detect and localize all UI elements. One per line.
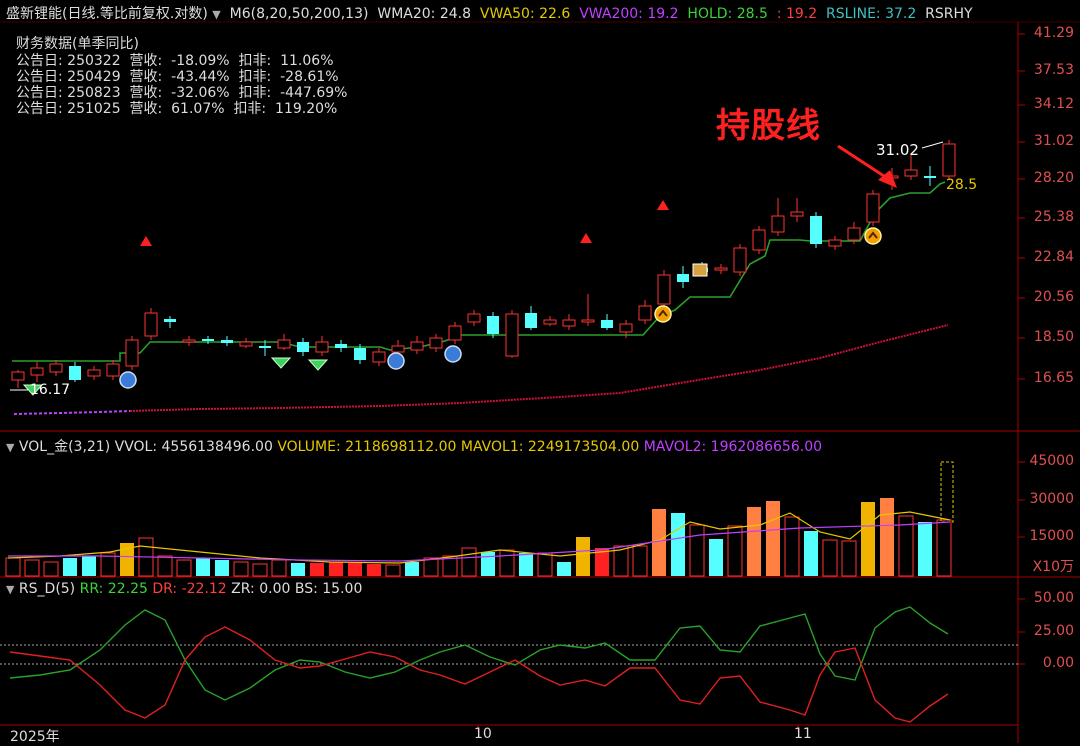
treasure-icon xyxy=(692,263,708,277)
blue-circle-icon xyxy=(387,352,405,370)
time-axis-year: 2025年 xyxy=(10,729,60,745)
low-price-label: 16.17 xyxy=(30,382,71,398)
time-axis-month: 11 xyxy=(794,726,812,742)
green-gem-icon xyxy=(270,357,292,369)
bs-value: BS: 15.00 xyxy=(294,581,363,597)
volume-forecast-box xyxy=(940,461,954,523)
up-triangle-marker xyxy=(580,233,592,243)
rs-axis-label: 25.00 xyxy=(1033,623,1074,639)
high-price-label: 31.02 xyxy=(876,141,919,159)
vvol-value: VVOL: 4556138496.00 xyxy=(114,439,273,455)
price-axis-label: 25.38 xyxy=(1033,209,1074,225)
time-axis-month: 10 xyxy=(474,726,492,742)
rs-header: ▼ RS_D(5) RR: 22.25 DR: -22.12 ZR: 0.00 … xyxy=(6,581,362,597)
price-axis-label: 22.84 xyxy=(1033,249,1074,265)
dr-line xyxy=(9,626,949,723)
volume-axis-label: 15000 xyxy=(1029,528,1074,544)
volume-axis-label: 45000 xyxy=(1029,453,1074,469)
mavol2-value: MAVOL2: 1962086656.00 xyxy=(643,439,823,455)
price-axis-ticks xyxy=(1018,33,1025,380)
dr-value: DR: -22.12 xyxy=(152,581,227,597)
rs-indicator-name[interactable]: RS_D(5) xyxy=(19,581,75,597)
dropdown-icon[interactable]: ▼ xyxy=(6,583,14,596)
vol-indicator-name[interactable]: VOL_金(3,21) xyxy=(19,439,110,455)
up-triangle-marker xyxy=(140,236,152,246)
hold-line-label: 持股线 xyxy=(716,106,821,146)
volume-axis-ticks xyxy=(1018,461,1025,538)
dropdown-icon[interactable]: ▼ xyxy=(6,441,14,454)
price-axis-label: 18.50 xyxy=(1033,329,1074,345)
volume-value: VOLUME: 2118698112.00 xyxy=(277,439,457,455)
volume-bars xyxy=(5,498,952,577)
up-triangle-marker xyxy=(657,200,669,210)
price-axis-label: 41.29 xyxy=(1033,25,1074,41)
price-axis-label: 31.02 xyxy=(1033,133,1074,149)
rs-axis-label: 0.00 xyxy=(1042,655,1074,671)
mavol1-value: MAVOL1: 2249173504.00 xyxy=(460,439,640,455)
hold-value-label: 28.5 xyxy=(946,177,978,193)
rr-value: RR: 22.25 xyxy=(79,581,148,597)
volume-unit-label: X10万 xyxy=(1032,559,1074,575)
rs-axis-label: 50.00 xyxy=(1033,590,1074,606)
vwa200-line xyxy=(13,410,131,415)
rs-axis-ticks xyxy=(1018,598,1025,665)
gold-up-circle-icon xyxy=(654,305,672,323)
volume-axis-label: 30000 xyxy=(1029,491,1074,507)
price-axis-label: 20.56 xyxy=(1033,289,1074,305)
rr-line xyxy=(9,606,949,701)
high-price-arrow xyxy=(921,141,944,149)
blue-circle-icon xyxy=(444,345,462,363)
chart-canvas[interactable] xyxy=(0,0,1080,743)
blue-circle-icon xyxy=(119,371,137,389)
gold-up-circle-icon xyxy=(864,227,882,245)
candlesticks xyxy=(11,140,956,388)
price-axis-label: 28.20 xyxy=(1033,170,1074,186)
zr-value: ZR: 0.00 xyxy=(231,581,291,597)
price-axis-label: 34.12 xyxy=(1033,96,1074,112)
ma-red-line xyxy=(129,324,949,412)
price-axis-label: 37.53 xyxy=(1033,62,1074,78)
price-axis-label: 16.65 xyxy=(1033,370,1074,386)
green-gem-icon xyxy=(307,359,329,371)
volume-header: ▼ VOL_金(3,21) VVOL: 4556138496.00 VOLUME… xyxy=(6,436,822,456)
